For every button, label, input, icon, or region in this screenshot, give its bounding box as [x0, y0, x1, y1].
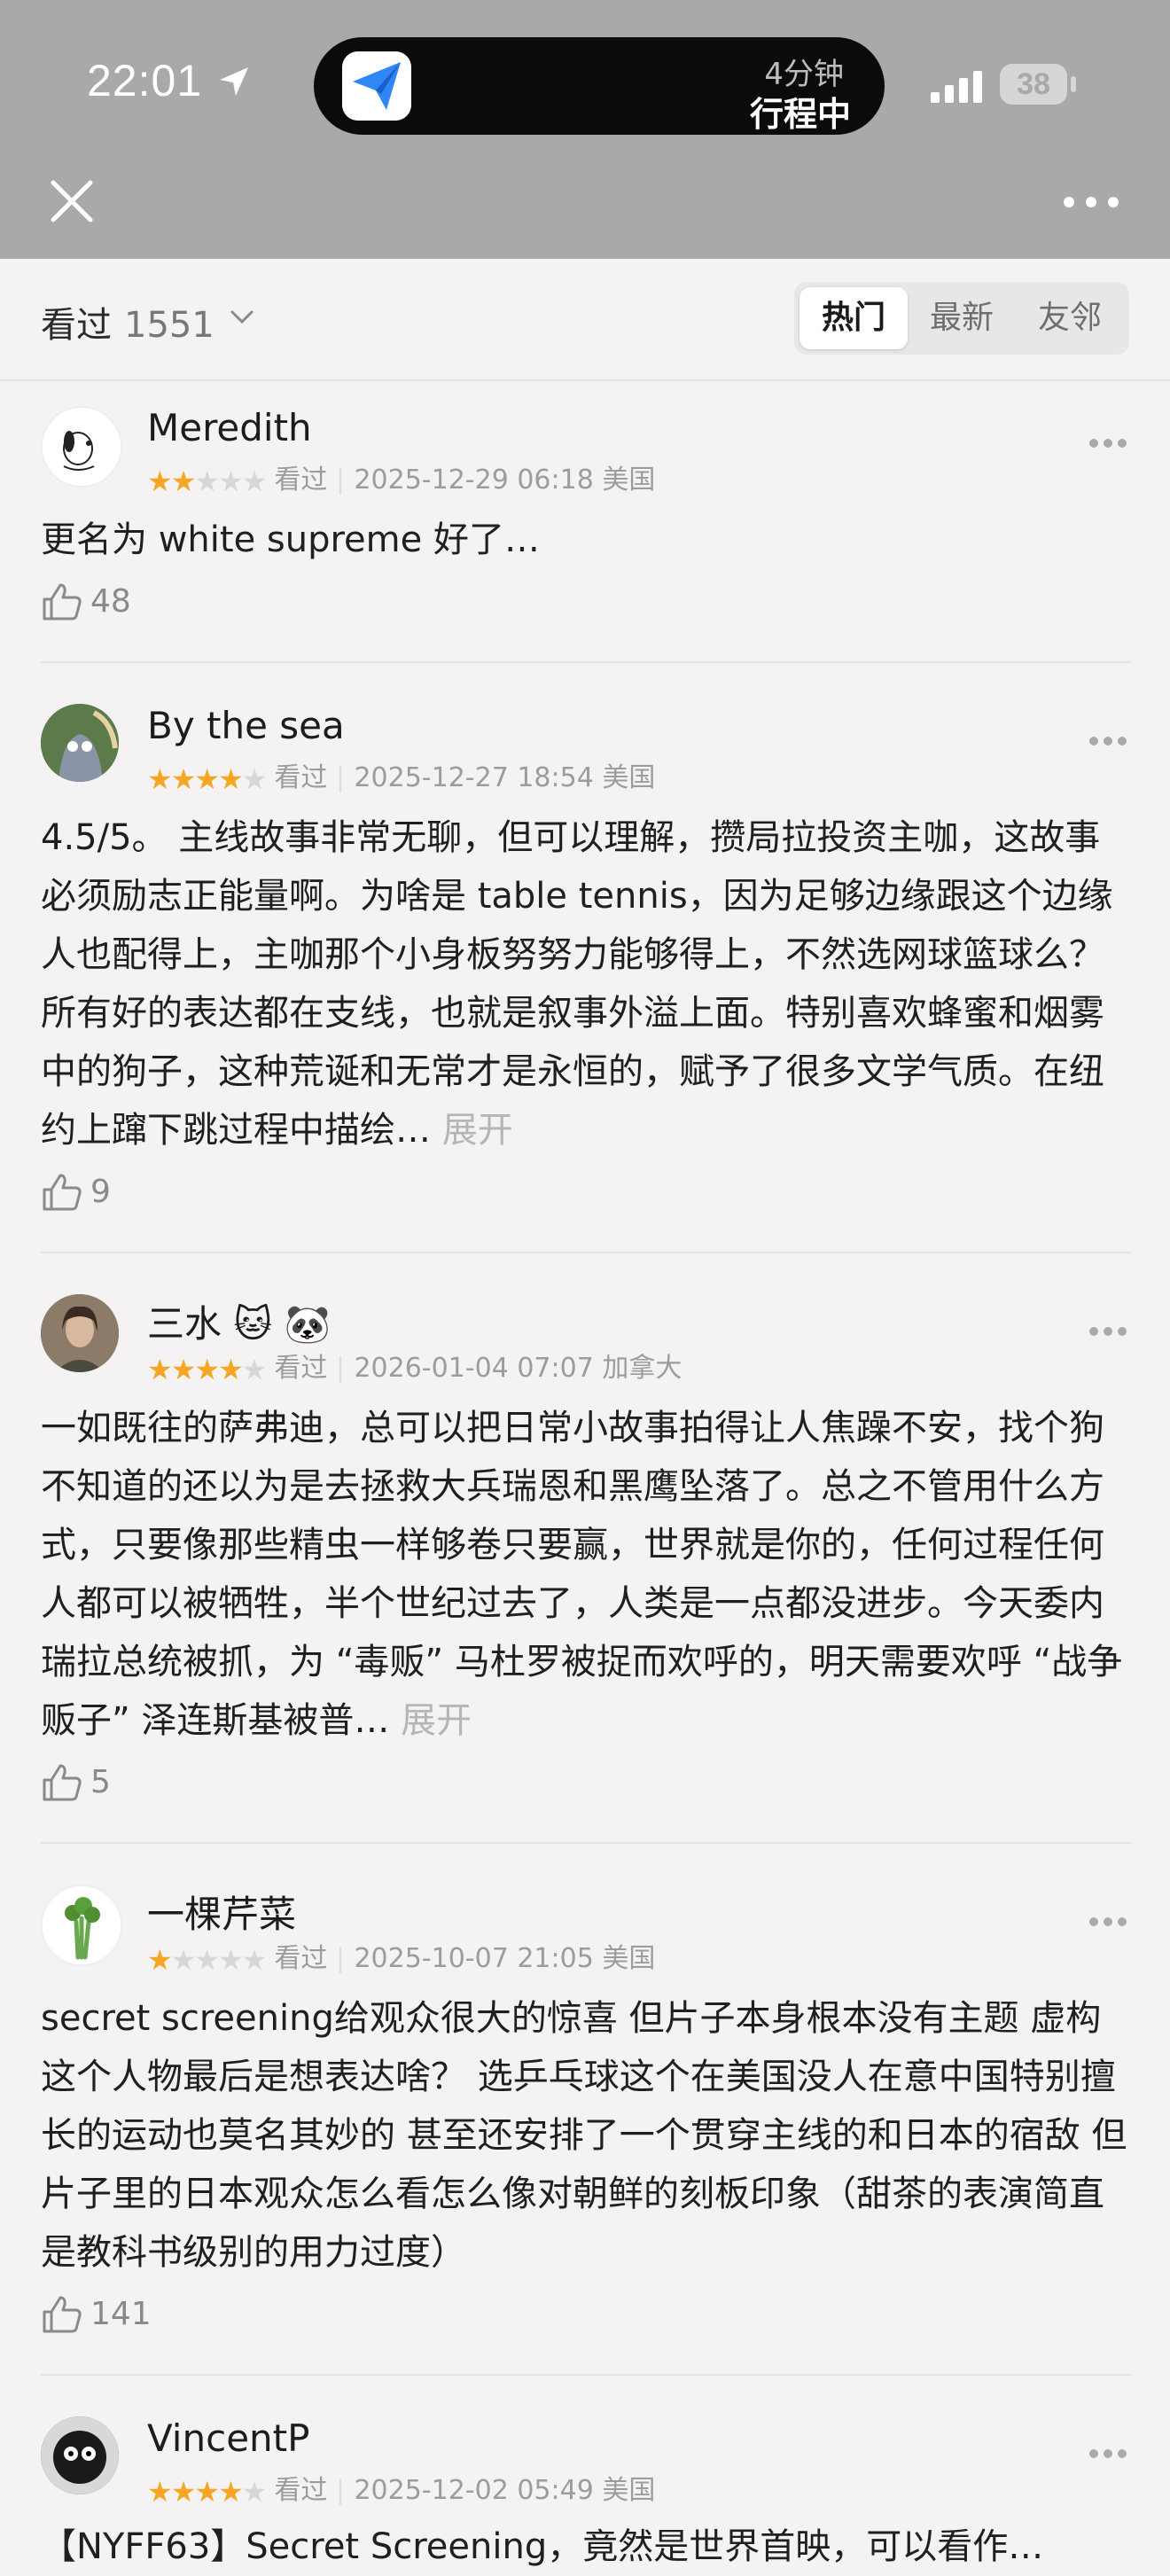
thumbs-up-icon — [43, 2296, 82, 2333]
divider — [41, 1252, 1131, 1253]
more-options-icon[interactable] — [1088, 2448, 1127, 2459]
watched-count: 1551 — [124, 305, 214, 346]
divider — [41, 661, 1131, 663]
avatar[interactable] — [41, 1885, 122, 1966]
like-count: 141 — [90, 2296, 152, 2332]
app-icon — [342, 51, 411, 121]
tab-hot[interactable]: 热门 — [800, 287, 908, 349]
rating-stars: ★★★★★ — [147, 1942, 267, 1977]
paper-plane-icon — [342, 51, 411, 121]
review-text: 【NYFF63】Secret Screening，竟然是世界首映，可以看作… — [41, 2526, 1044, 2567]
status-time: 22:01 — [87, 56, 203, 105]
snoopy-avatar-icon — [43, 408, 121, 486]
dynamic-island[interactable]: 4分钟 行程中 — [314, 37, 885, 135]
like-count: 9 — [90, 1174, 111, 1210]
soot-sprite-avatar-icon — [41, 2416, 119, 2494]
close-icon[interactable] — [46, 176, 98, 227]
like-button[interactable]: 5 — [41, 1760, 111, 1807]
review-meta: ★★★★★ 看过 2025-10-07 21:05 美国 — [147, 1942, 656, 1977]
review-meta: ★★★★★ 看过 2025-12-02 05:49 美国 — [147, 2474, 656, 2509]
tab-latest[interactable]: 最新 — [908, 287, 1016, 349]
location-arrow-icon — [220, 67, 248, 96]
rating-stars: ★★★★★ — [147, 464, 267, 498]
avatar[interactable] — [41, 2416, 119, 2494]
tab-friends[interactable]: 友邻 — [1016, 287, 1124, 349]
avatar[interactable] — [41, 1294, 119, 1372]
more-options-icon[interactable] — [1088, 736, 1127, 746]
island-status: 行程中 — [749, 95, 851, 134]
watched-filter[interactable]: 看过 1551 — [41, 296, 214, 347]
review-text: 一如既往的萨弗迪，总可以把日常小故事拍得让人焦躁不安，找个狗不知道的还以为是去拯… — [41, 1408, 1123, 1741]
avatar[interactable] — [41, 406, 122, 488]
avatar[interactable] — [41, 704, 119, 782]
review-meta: ★★★★★ 看过 2026-01-04 07:07 加拿大 — [147, 1352, 682, 1386]
more-options-icon[interactable] — [1088, 1326, 1127, 1337]
battery-tip — [1071, 76, 1076, 92]
review-text: secret screening给观众很大的惊喜 但片子本身根本没有主题 虚构这… — [41, 1998, 1127, 2273]
battery-indicator: 38 — [1000, 64, 1067, 105]
cellular-signal-icon — [931, 71, 982, 103]
like-button[interactable]: 48 — [41, 580, 131, 626]
rating-stars: ★★★★★ — [147, 761, 267, 796]
username[interactable]: By the sea — [147, 704, 345, 747]
chevron-down-icon[interactable] — [229, 307, 255, 328]
rating-stars: ★★★★★ — [147, 2474, 267, 2509]
celery-avatar-icon — [43, 1886, 121, 1964]
review-text: 4.5/5。 主线故事非常无聊，但可以理解，攒局拉投资主咖，这故事必须励志正能量… — [41, 817, 1113, 1151]
review-meta: ★★★★★ 看过 2025-12-29 06:18 美国 — [147, 464, 656, 498]
review-meta: ★★★★★ 看过 2025-12-27 18:54 美国 — [147, 761, 656, 796]
username[interactable]: 三水 🐱 🐼 — [147, 1294, 331, 1348]
username[interactable]: Meredith — [147, 406, 312, 449]
username[interactable]: 一棵芹菜 — [147, 1885, 296, 1939]
expand-link[interactable]: 展开 — [401, 1700, 472, 1741]
rating-stars: ★★★★★ — [147, 1352, 267, 1386]
user-badges: 🐱 🐼 — [233, 1302, 331, 1346]
cartoon-cat-avatar-icon — [41, 704, 119, 782]
more-options-icon[interactable] — [1060, 193, 1122, 211]
thumbs-up-icon — [43, 1764, 82, 1801]
thumbs-up-icon — [43, 583, 82, 621]
more-options-icon[interactable] — [1088, 1916, 1127, 1927]
like-button[interactable]: 141 — [41, 2292, 152, 2338]
like-count: 5 — [90, 1764, 111, 1800]
review-text: 更名为 white supreme 好了… — [41, 519, 540, 560]
more-options-icon[interactable] — [1088, 438, 1127, 449]
username[interactable]: VincentP — [147, 2416, 309, 2460]
expand-link[interactable]: 展开 — [442, 1110, 513, 1151]
watched-label: 看过 — [41, 305, 112, 346]
sort-tabs: 热门 最新 友邻 — [794, 282, 1129, 355]
like-count: 48 — [90, 583, 131, 620]
divider — [41, 2374, 1131, 2376]
divider — [41, 1842, 1131, 1844]
like-button[interactable]: 9 — [41, 1170, 111, 1216]
thumbs-up-icon — [43, 1174, 82, 1211]
portrait-avatar-icon — [41, 1294, 119, 1372]
